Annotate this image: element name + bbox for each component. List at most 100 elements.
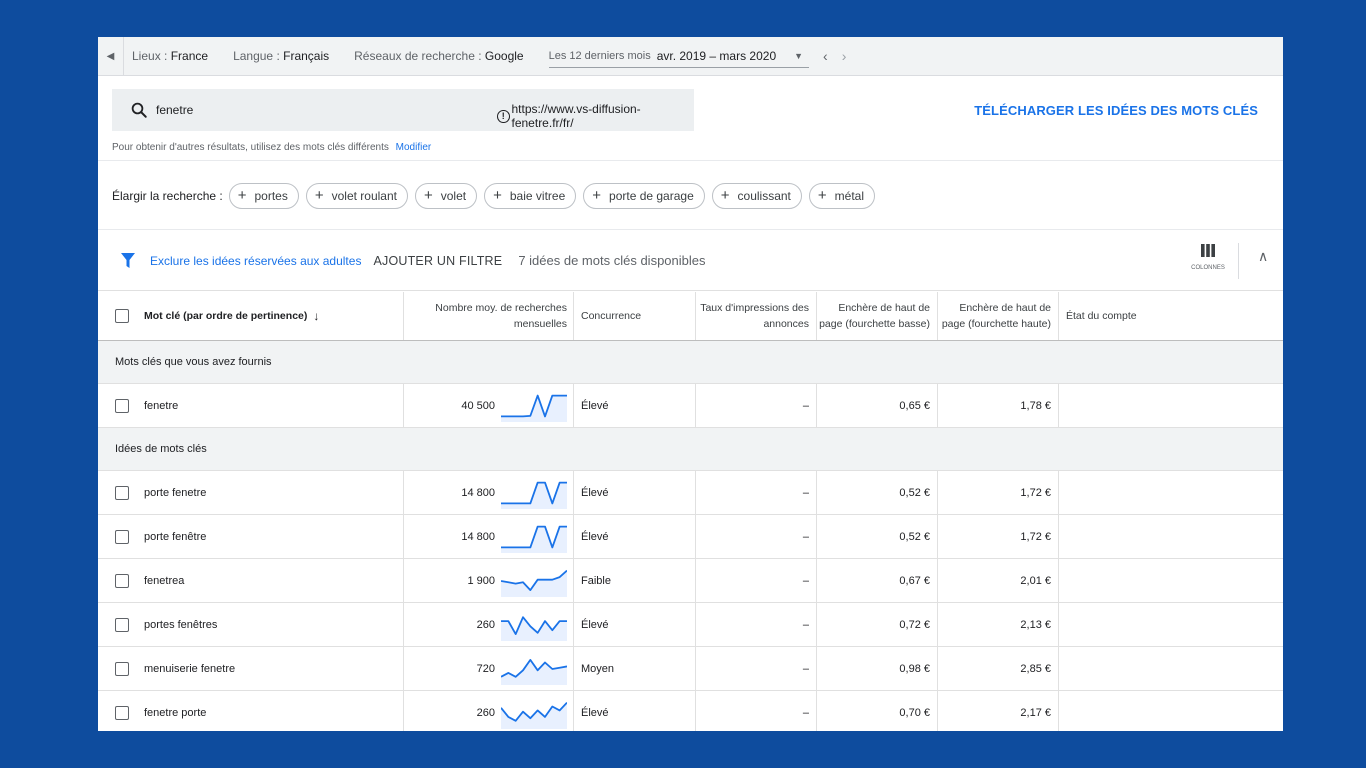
volume-value: 14 800: [461, 486, 495, 499]
filter-icon[interactable]: [120, 252, 136, 270]
language-selector[interactable]: Langue : Français: [233, 49, 329, 63]
row-checkbox[interactable]: [115, 485, 129, 500]
collapse-icon[interactable]: ∧: [1258, 248, 1268, 265]
header-keyword-label: Mot clé (par ordre de pertinence): [144, 310, 308, 322]
table-row[interactable]: fenetrea 1 900 Faible –0,67 €2,01 €: [98, 559, 1283, 603]
volume-cell: 14 800: [403, 471, 573, 514]
chip-label: portes: [254, 188, 288, 203]
date-range-label: Les 12 derniers mois: [548, 49, 651, 62]
group-ideas-label: Idées de mots clés: [115, 443, 207, 455]
site-url-text: https://www.vs-diffusion-fenetre.fr/fr/: [511, 102, 641, 130]
bid-low-cell: 0,98 €: [816, 647, 937, 690]
table-row[interactable]: porte fenêtre 14 800 Élevé –0,52 €1,72 €: [98, 515, 1283, 559]
sparkline-area: [501, 702, 567, 729]
table-row[interactable]: fenetre 40 500 Élevé –0,65 €1,78 €: [98, 384, 1283, 428]
keyword-text: porte fenêtre: [144, 530, 207, 543]
chevron-left-icon[interactable]: ‹: [823, 48, 828, 64]
search-input[interactable]: fenetre ! https://www.vs-diffusion-fenet…: [112, 89, 694, 131]
exclude-adult-filter[interactable]: Exclure les idées réservées aux adultes: [150, 254, 361, 268]
dropdown-icon[interactable]: ▼: [794, 51, 803, 61]
divider: [1238, 243, 1239, 279]
chevron-right-icon[interactable]: ›: [842, 48, 847, 64]
impression-share-cell: –: [695, 515, 816, 558]
sparkline-area: [501, 395, 567, 422]
group-row: Idées de mots clés: [98, 428, 1283, 471]
competition-cell: Élevé: [573, 471, 695, 514]
chip-label: coulissant: [737, 188, 791, 203]
columns-button[interactable]: COLONNES: [1188, 244, 1228, 271]
table-row[interactable]: fenetre porte 260 Élevé –0,70 €2,17 €: [98, 691, 1283, 731]
volume-value: 260: [476, 706, 495, 719]
bid-low-cell: 0,70 €: [816, 691, 937, 731]
date-range-selector[interactable]: Les 12 derniers mois avr. 2019 – mars 20…: [548, 44, 810, 68]
locations-selector[interactable]: Lieux : France: [132, 49, 208, 63]
back-arrow-icon[interactable]: ◀: [98, 37, 124, 76]
competition-cell: Élevé: [573, 691, 695, 731]
network-label: Réseaux de recherche :: [354, 49, 482, 63]
broaden-chip[interactable]: + baie vitree: [484, 182, 577, 209]
broaden-chip[interactable]: + portes: [228, 182, 299, 209]
modify-link[interactable]: Modifier: [396, 142, 432, 153]
row-checkbox[interactable]: [115, 661, 129, 676]
bid-high-cell: 2,17 €: [937, 691, 1058, 731]
row-checkbox[interactable]: [115, 705, 129, 720]
broaden-chip[interactable]: + porte de garage: [583, 182, 705, 209]
broaden-search-bar: Élargir la recherche : + portes + volet ro…: [98, 162, 1283, 230]
select-all-checkbox[interactable]: [115, 309, 129, 323]
add-filter-button[interactable]: AJOUTER UN FILTRE: [373, 254, 502, 268]
targeting-bar: ◀ Lieux : France Langue : Français Résea…: [98, 37, 1283, 76]
plus-icon: +: [720, 187, 730, 204]
bid-low-cell: 0,67 €: [816, 559, 937, 602]
header-impression-share[interactable]: Taux d'impressions des annonces: [695, 292, 816, 340]
trend-sparkline: [501, 701, 567, 729]
header-volume[interactable]: Nombre moy. de recherches mensuelles: [403, 292, 573, 340]
trend-sparkline: [501, 394, 567, 422]
locations-label: Lieux :: [132, 49, 168, 63]
account-status-cell: [1058, 515, 1283, 558]
broaden-chip[interactable]: + coulissant: [711, 182, 802, 209]
competition-cell: Faible: [573, 559, 695, 602]
header-bid-low[interactable]: Enchère de haut de page (fourchette bass…: [816, 292, 937, 340]
impression-share-cell: –: [695, 471, 816, 514]
keyword-cell: fenetre porte: [98, 691, 403, 731]
row-checkbox[interactable]: [115, 398, 129, 413]
bid-high-cell: 1,72 €: [937, 515, 1058, 558]
header-competition[interactable]: Concurrence: [573, 292, 695, 340]
plus-icon: +: [592, 187, 602, 204]
table-row[interactable]: menuiserie fenetre 720 Moyen –0,98 €2,85 €: [98, 647, 1283, 691]
network-selector[interactable]: Réseaux de recherche : Google: [354, 49, 523, 63]
volume-cell: 720: [403, 647, 573, 690]
broaden-chip[interactable]: + volet: [414, 182, 478, 209]
sort-arrow-icon[interactable]: ↓: [313, 308, 319, 324]
language-label: Langue :: [233, 49, 280, 63]
bid-high-cell: 1,72 €: [937, 471, 1058, 514]
broaden-chip[interactable]: + métal: [808, 182, 875, 209]
table-row[interactable]: portes fenêtres 260 Élevé –0,72 €2,13 €: [98, 603, 1283, 647]
provided-rows: fenetre 40 500 Élevé –0,65 €1,78 €: [98, 384, 1283, 428]
search-icon: [131, 102, 147, 118]
bid-low-cell: 0,72 €: [816, 603, 937, 646]
row-checkbox[interactable]: [115, 529, 129, 544]
competition-cell: Élevé: [573, 515, 695, 558]
broaden-chip[interactable]: + volet roulant: [305, 182, 408, 209]
header-keyword[interactable]: Mot clé (par ordre de pertinence) ↓: [98, 292, 403, 340]
keyword-text: menuiserie fenetre: [144, 662, 236, 675]
download-keyword-ideas-button[interactable]: TÉLÉCHARGER LES IDÉES DES MOTS CLÉS: [974, 103, 1258, 118]
keyword-cell: fenetre: [98, 384, 403, 427]
header-account-status[interactable]: État du compte: [1058, 292, 1283, 340]
info-icon[interactable]: !: [497, 109, 510, 123]
search-hint: Pour obtenir d'autres résultats, utilise…: [112, 142, 431, 153]
bid-high-cell: 1,78 €: [937, 384, 1058, 427]
hint-text: Pour obtenir d'autres résultats, utilise…: [112, 142, 389, 153]
keyword-cell: fenetrea: [98, 559, 403, 602]
table-row[interactable]: porte fenetre 14 800 Élevé –0,52 €1,72 €: [98, 471, 1283, 515]
bid-low-cell: 0,65 €: [816, 384, 937, 427]
chip-label: métal: [834, 188, 864, 203]
group-provided-label: Mots clés que vous avez fournis: [115, 356, 272, 368]
trend-sparkline: [501, 615, 567, 641]
plus-icon: +: [237, 187, 247, 204]
header-bid-high[interactable]: Enchère de haut de page (fourchette haut…: [937, 292, 1058, 340]
row-checkbox[interactable]: [115, 573, 129, 588]
row-checkbox[interactable]: [115, 617, 129, 632]
keyword-planner-window: ◀ Lieux : France Langue : Français Résea…: [98, 37, 1283, 731]
